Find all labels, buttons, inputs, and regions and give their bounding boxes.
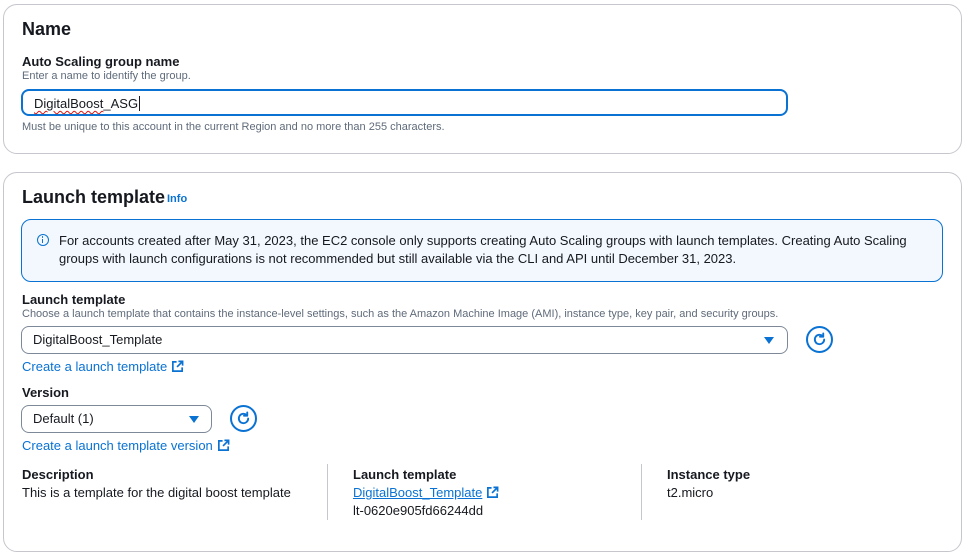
instance-type-label: Instance type [667,467,751,482]
create-version-link-text: Create a launch template version [22,438,213,453]
external-link-icon [217,439,230,451]
launch-template-id: lt-0620e905fd66244dd [353,503,484,518]
create-launch-template-link-text: Create a launch template [22,359,168,374]
info-alert: For accounts created after May 31, 2023,… [21,219,943,282]
caret-down-icon [764,337,774,344]
launch-template-selected: DigitalBoost_Template [33,332,163,347]
instance-type-value: t2.micro [667,485,714,500]
create-launch-template-link[interactable]: Create a launch template [22,359,184,374]
version-selected: Default (1) [33,411,94,426]
asg-name-description: Enter a name to identify the group. [22,70,191,82]
create-launch-template-version-link[interactable]: Create a launch template version [22,438,230,453]
refresh-templates-button[interactable] [806,326,833,353]
text-caret [139,96,141,111]
asg-name-input[interactable]: DigitalBoost_ASG [21,89,788,116]
version-select[interactable]: Default (1) [21,405,212,433]
description-value: This is a template for the digital boost… [22,485,291,500]
asg-name-label: Auto Scaling group name [22,54,180,69]
launch-template-select[interactable]: DigitalBoost_Template [21,326,788,354]
info-link[interactable]: Info [167,193,187,205]
launch-template-description: Choose a launch template that contains t… [22,308,779,320]
asg-name-constraint: Must be unique to this account in the cu… [22,121,445,133]
launch-template-label: Launch template [22,292,126,307]
alert-text: For accounts created after May 31, 2023,… [59,233,907,266]
asg-name-value-part2: _ASG [103,96,139,111]
description-label: Description [22,467,94,482]
asg-name-input-value: DigitalBoost_ASG [34,96,141,111]
details-launch-template-link[interactable]: DigitalBoost_Template [353,485,499,500]
external-link-icon [487,486,499,498]
info-circle-icon [37,234,49,246]
external-link-icon [172,360,184,372]
caret-down-icon [189,416,199,423]
launch-section-title: Launch template [22,187,166,207]
details-launch-template-link-text: DigitalBoost_Template [353,485,483,500]
column-divider [327,464,328,520]
column-divider [641,464,642,520]
refresh-versions-button[interactable] [230,405,257,432]
details-launch-template-label: Launch template [353,467,457,482]
refresh-icon [813,332,826,346]
version-label: Version [22,385,69,400]
name-section-title: Name [22,19,72,39]
refresh-icon [237,411,250,425]
asg-name-value-part1: DigitalBoost [34,96,104,111]
